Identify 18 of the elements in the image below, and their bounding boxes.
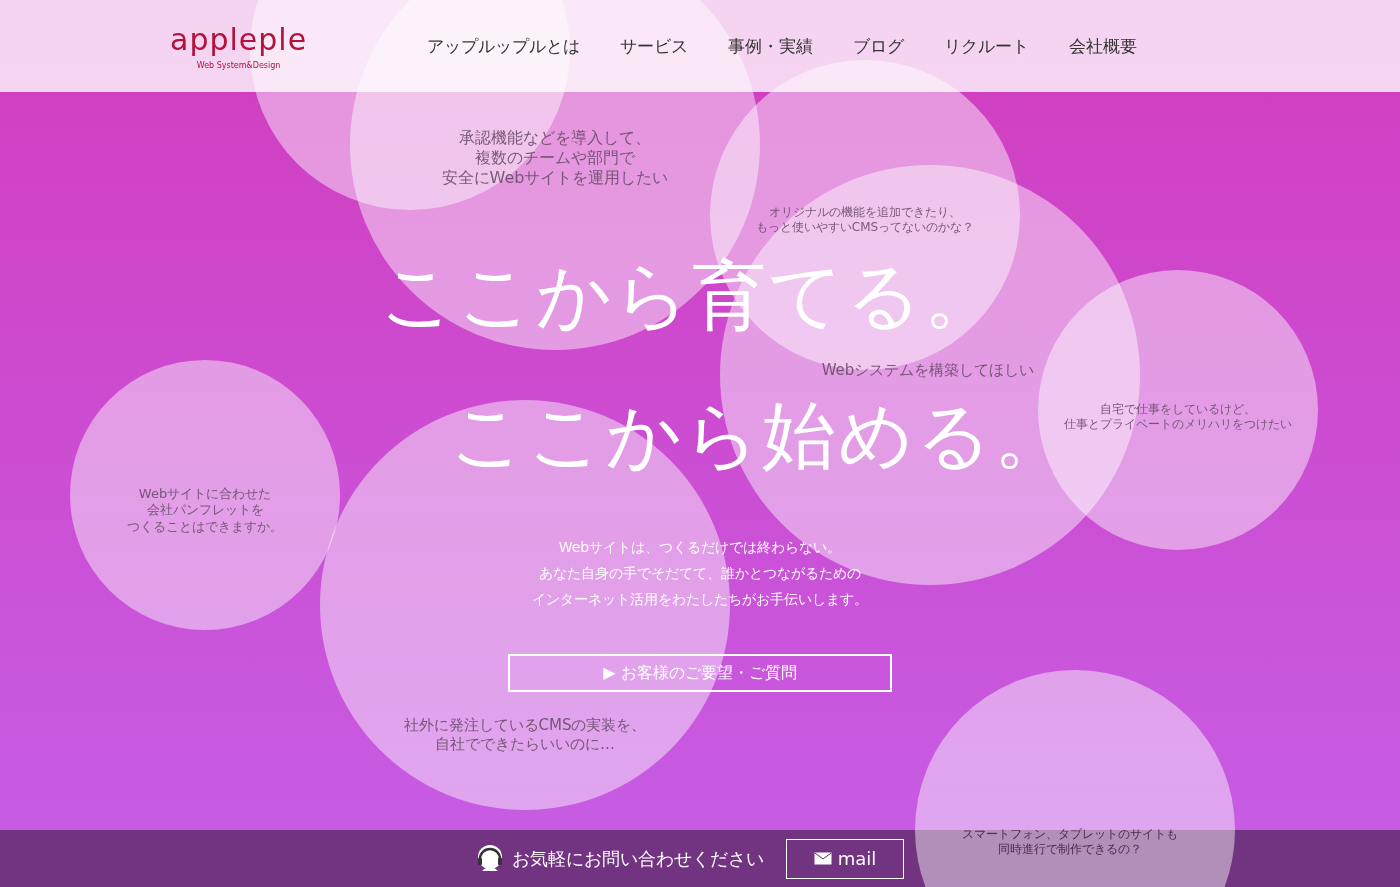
bubble-text: Webシステムを構築してほしい bbox=[821, 360, 1035, 380]
nav-link[interactable]: アップルップルとは bbox=[427, 34, 581, 58]
bubble-text: 社外に発注しているCMSの実装を、 自社でできたらいいのに… bbox=[403, 716, 647, 754]
contact-text: お気軽にお問い合わせください bbox=[512, 846, 764, 871]
bubble-text: スマートフォン、タブレットのサイトも 同時進行で制作できるの？ bbox=[962, 827, 1178, 857]
hero-lead-text: Webサイトは、つくるだけでは終わらない。 あなた自身の手でそだてて、誰かとつながるための インターネット活用をわたしたちがお手伝いします。 bbox=[532, 538, 868, 609]
nav-link[interactable]: リクルート bbox=[944, 34, 1030, 58]
logo[interactable]: appleple bbox=[170, 22, 308, 57]
bubble-text: Webサイトに合わせた 会社パンフレットを つくることはできますか。 bbox=[127, 485, 283, 535]
nav-link[interactable]: ブログ bbox=[853, 34, 905, 58]
mail-button[interactable]: mail bbox=[786, 838, 904, 879]
nav-link[interactable]: 事例・実績 bbox=[728, 34, 814, 58]
envelope-icon bbox=[813, 852, 832, 865]
bubble-text: オリジナルの機能を追加できたり、 もっと使いやすいCMSってないのかな？ bbox=[755, 205, 975, 235]
nav-link[interactable]: サービス bbox=[620, 34, 689, 58]
nav-link[interactable]: 会社概要 bbox=[1069, 34, 1138, 58]
logo-tagline: Web System&Design bbox=[196, 61, 281, 70]
bubble-text: 承認機能などを導入して、 複数のチームや部門で 安全にWebサイトを運用したい bbox=[441, 128, 669, 188]
